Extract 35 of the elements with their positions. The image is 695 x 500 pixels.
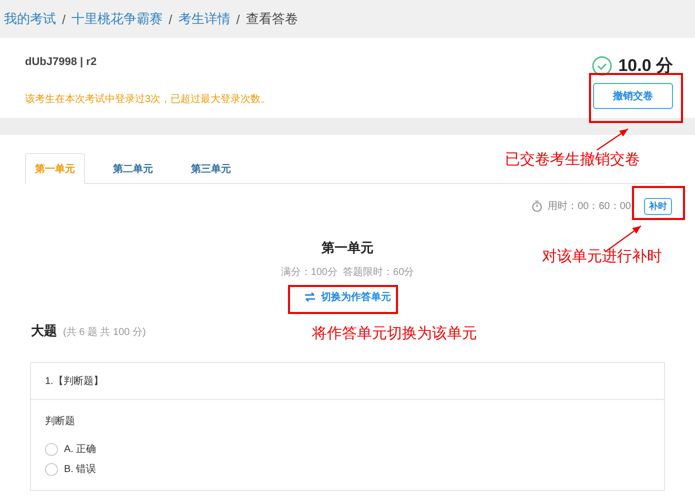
section-title: 大题 (31, 322, 57, 340)
unit-title: 第一单元 (322, 239, 374, 257)
breadcrumb-item: 查看答卷 (246, 10, 298, 28)
candidate-id: dUbJ7998 | r2 (25, 56, 98, 68)
breadcrumb-separator: / (168, 12, 172, 26)
question-title: 1.【判断题】 (45, 374, 104, 388)
breadcrumb-item[interactable]: 我的考试 (4, 10, 56, 28)
breadcrumb-separator: / (236, 12, 240, 26)
radio-button[interactable] (45, 442, 58, 456)
revoke-submission-button[interactable]: 撤销交卷 (593, 83, 673, 109)
time-used: 用时：00：60：00 (548, 200, 631, 213)
unit-tab[interactable]: 第二单元 (103, 153, 163, 183)
section-summary: (共 6 题 共 100 分) (63, 326, 146, 339)
login-warning: 该考生在本次考试中登录过3次，已超过最大登录次数。 (25, 92, 271, 106)
question-prompt: 判断题 (45, 414, 76, 428)
score: 10.0 分 (618, 55, 673, 77)
unit-tab[interactable]: 第一单元 (25, 153, 85, 184)
breadcrumb-separator: / (62, 12, 66, 26)
breadcrumb-item[interactable]: 十里桃花争霸赛 (72, 10, 163, 28)
check-circle-icon (592, 56, 612, 76)
annotation-text: 对该单元进行补时 (542, 247, 662, 266)
add-time-button[interactable]: 补时 (644, 198, 672, 214)
annotation-text: 已交卷考生撤销交卷 (505, 150, 640, 169)
option-label: A. 正确 (64, 443, 96, 456)
annotation-text: 将作答单元切换为该单元 (312, 324, 477, 343)
annotation-arrow (597, 129, 628, 150)
highlight-box (632, 186, 685, 220)
switch-unit-button[interactable]: 切换为作答单元 (298, 286, 397, 308)
swap-icon (304, 292, 316, 302)
stopwatch-icon (530, 200, 543, 212)
radio-button[interactable] (45, 462, 58, 476)
breadcrumb-item[interactable]: 考生详情 (178, 10, 230, 28)
unit-tab[interactable]: 第三单元 (181, 153, 241, 183)
option-label: B. 错误 (64, 463, 96, 476)
unit-meta: 满分：100分 答题限时：60分 (280, 266, 414, 279)
